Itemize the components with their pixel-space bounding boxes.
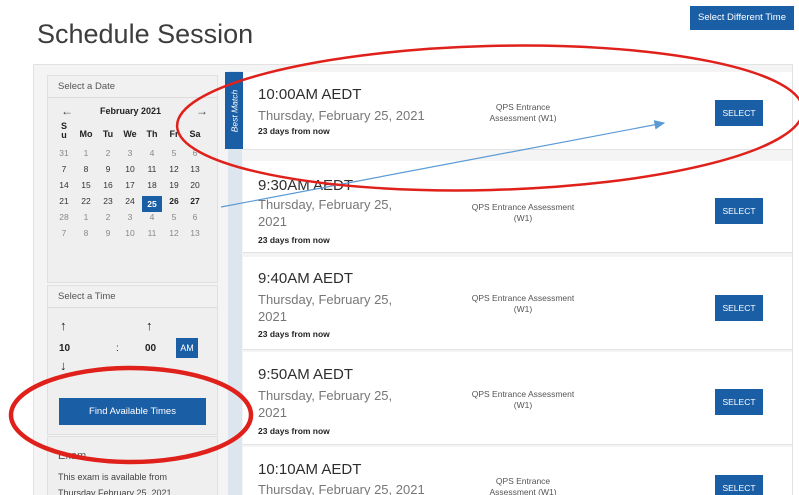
- find-button-highlight-ellipse: [8, 365, 254, 465]
- annotation-overlay: [8, 44, 799, 465]
- annotation-arrow: [220, 120, 666, 208]
- best-match-highlight-ellipse: [175, 44, 799, 192]
